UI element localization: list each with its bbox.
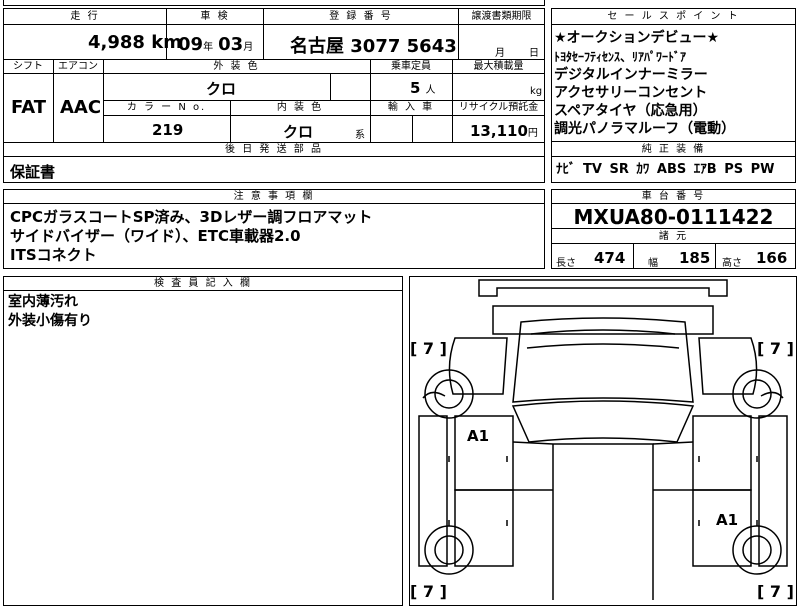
color-no-value: 219 <box>152 121 184 139</box>
aircon-value: AAC <box>60 97 102 118</box>
aircon-label: エアコン <box>58 61 98 72</box>
inspector-line: 外装小傷有り <box>8 313 92 329</box>
recycle-value: 13,110円 <box>470 122 538 140</box>
shift-value: FAT <box>11 97 47 118</box>
transfer-label: 譲渡書類期限 <box>471 11 532 22</box>
tire-bracket-rear-right: [ 7 ] <box>757 582 794 601</box>
equipment-label: 純 正 装 備 <box>641 144 706 155</box>
notes-line: サイドバイザー（ワイド）、ETC車載器2.0 <box>10 227 301 245</box>
later-parts-label: 後 日 発 送 部 品 <box>225 144 323 155</box>
width-label: 幅 <box>648 258 658 269</box>
width-value: 185 <box>679 249 711 267</box>
sales-line: 調光パノラマルーフ（電動） <box>554 121 736 137</box>
later-parts-value: 保証書 <box>10 163 56 181</box>
notes-label: 注 意 事 項 欄 <box>233 191 315 202</box>
registration-label: 登 録 番 号 <box>329 11 393 22</box>
sales-line: デジタルインナーミラー <box>554 67 708 83</box>
inspector-label: 検 査 員 記 入 欄 <box>154 278 252 289</box>
right-outer-panel <box>758 415 788 567</box>
tire-bracket-rear-left: [ 7 ] <box>410 582 447 601</box>
height-value: 166 <box>756 249 788 267</box>
tire-bracket-front-right: [ 7 ] <box>757 339 794 358</box>
sales-line: ﾄﾖﾀｾｰﾌﾃｨｾﾝｽ、ﾘｱﾊﾟﾜｰﾄﾞｱ <box>554 50 687 64</box>
front-bumper <box>478 279 728 297</box>
right-mirror <box>760 391 784 399</box>
capacity-value: 5 人 <box>410 79 436 97</box>
left-outer-panel <box>418 415 448 567</box>
right-door-front <box>692 415 752 491</box>
sales-line: ★オークションデビュー★ <box>554 30 720 46</box>
right-fender-front <box>698 337 758 395</box>
roof <box>552 443 654 600</box>
transfer-day-unit: 日 <box>529 48 539 59</box>
inspector-line: 室内薄汚れ <box>8 294 78 310</box>
import-label: 輸 入 車 <box>387 102 435 113</box>
load-capacity-unit: kg <box>530 86 543 97</box>
transfer-month-unit: 月 <box>495 48 505 59</box>
left-fender-front <box>448 337 508 395</box>
top-partial-strip <box>3 0 545 6</box>
registration-value: 名古屋 3077 5643 <box>290 36 457 57</box>
color-no-label: カ ラ ー N o. <box>126 102 207 113</box>
interior-color-label: 内 装 色 <box>276 102 324 113</box>
damage-mark-left: A1 <box>467 427 490 445</box>
shift-label: シフト <box>13 61 43 72</box>
tire-rear-right <box>732 525 782 575</box>
dims-label: 諸 元 <box>658 231 689 242</box>
notes-line: CPCガラスコートSP済み、3Dレザー調フロアマット <box>10 208 373 226</box>
tire-bracket-front-left: [ 7 ] <box>410 339 447 358</box>
recycle-label: リサイクル預託金 <box>458 102 539 113</box>
sales-label: セ ー ル ス ポ イ ン ト <box>607 11 740 22</box>
chassis-label: 車 台 番 号 <box>641 191 706 202</box>
chassis-value: MXUA80-0111422 <box>573 205 774 229</box>
notes-line: ITSコネクト <box>10 246 97 264</box>
inspection-label: 車 検 <box>200 11 230 22</box>
tire-rear-left <box>424 525 474 575</box>
interior-color-suffix: 系 <box>355 130 365 141</box>
windshield <box>511 400 695 443</box>
exterior-color-label: 外 装 色 <box>213 61 260 72</box>
exterior-color-value: クロ <box>206 80 237 98</box>
sales-line: アクセサリーコンセント <box>554 85 708 101</box>
length-value: 474 <box>594 249 626 267</box>
length-label: 長さ <box>556 258 576 269</box>
inspection-date: 09年 03月 <box>178 34 254 55</box>
equipment-value: ﾅﾋﾞ TV SR ｶﾜ ABS ｴｱB PS PW <box>556 162 775 177</box>
interior-color-value: クロ <box>283 123 314 141</box>
left-mirror <box>422 391 446 399</box>
capacity-label: 乗車定員 <box>391 61 431 72</box>
height-label: 高さ <box>722 258 742 269</box>
load-capacity-label: 最大積載量 <box>473 61 524 72</box>
mileage-label: 走 行 <box>70 11 100 22</box>
sales-line: スペアタイヤ（応急用） <box>554 103 707 119</box>
damage-mark-right: A1 <box>716 511 739 529</box>
left-door-rear <box>454 489 514 567</box>
